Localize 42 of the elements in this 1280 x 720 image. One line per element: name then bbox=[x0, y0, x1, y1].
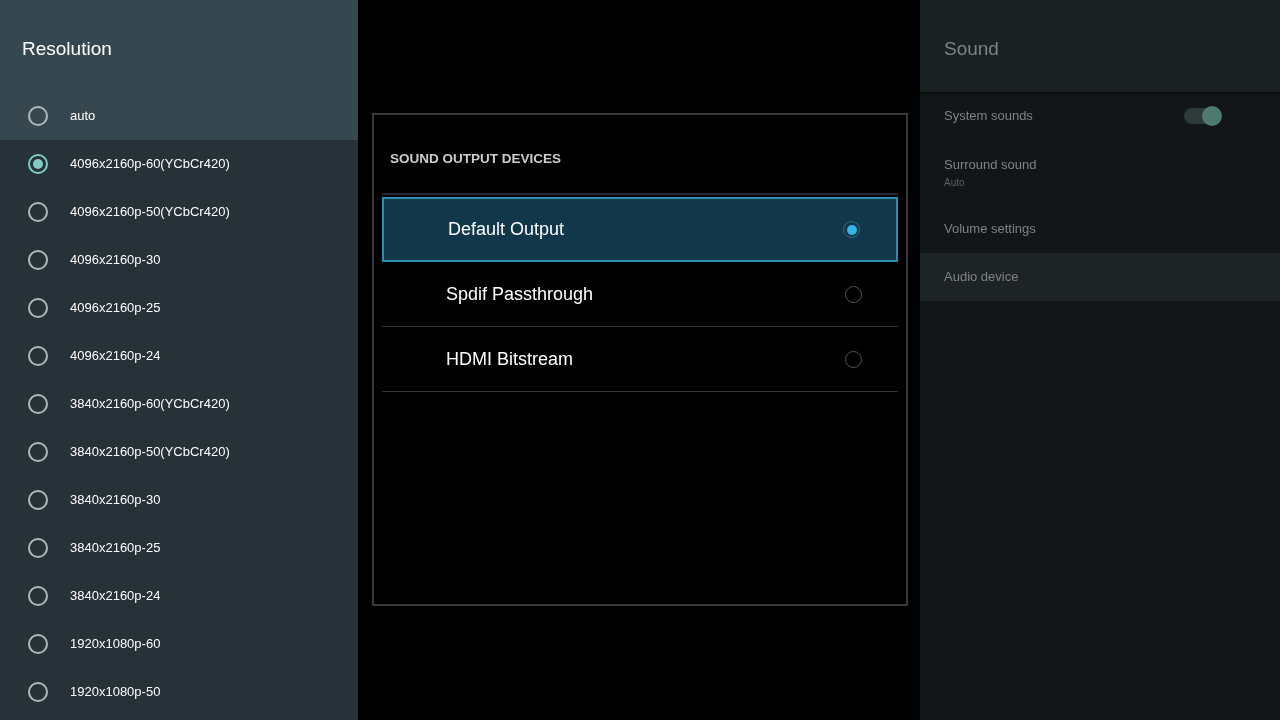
resolution-option[interactable]: 1920x1080p-60 bbox=[0, 620, 358, 668]
output-option[interactable]: Default Output bbox=[382, 197, 898, 263]
radio-button[interactable] bbox=[28, 394, 48, 414]
setting-label: Surround sound bbox=[944, 156, 1037, 175]
resolution-option[interactable]: 4096x2160p-50(YCbCr420) bbox=[0, 188, 358, 236]
radio-button[interactable] bbox=[28, 106, 48, 126]
output-option[interactable]: HDMI Bitstream bbox=[382, 327, 898, 393]
radio-button[interactable] bbox=[28, 154, 48, 174]
resolution-option[interactable]: 4096x2160p-60(YCbCr420) bbox=[0, 140, 358, 188]
radio-button[interactable] bbox=[28, 538, 48, 558]
resolution-option[interactable]: auto bbox=[0, 92, 358, 140]
settings-row[interactable]: Surround sound Auto bbox=[920, 140, 1280, 205]
panel-title: Resolution bbox=[22, 36, 112, 61]
radio-button[interactable] bbox=[28, 682, 48, 702]
settings-row[interactable]: System sounds bbox=[920, 92, 1280, 140]
resolution-option[interactable]: 3840x2160p-60(YCbCr420) bbox=[0, 380, 358, 428]
resolution-option[interactable]: 3840x2160p-50(YCbCr420) bbox=[0, 428, 358, 476]
setting-label: System sounds bbox=[944, 107, 1033, 126]
dialog-title: SOUND OUTPUT DEVICES bbox=[382, 115, 898, 196]
setting-label: Audio device bbox=[944, 268, 1019, 287]
resolution-option[interactable]: 3840x2160p-30 bbox=[0, 476, 358, 524]
radio-button[interactable] bbox=[28, 490, 48, 510]
resolution-option[interactable]: 3840x2160p-25 bbox=[0, 524, 358, 572]
settings-row[interactable]: Volume settings bbox=[920, 205, 1280, 253]
radio-button[interactable] bbox=[28, 202, 48, 222]
radio-button[interactable] bbox=[28, 298, 48, 318]
radio-button[interactable] bbox=[28, 346, 48, 366]
setting-value: Auto bbox=[944, 175, 966, 190]
resolution-option[interactable]: 4096x2160p-30 bbox=[0, 236, 358, 284]
resolution-option[interactable]: 4096x2160p-25 bbox=[0, 284, 358, 332]
radio-button[interactable] bbox=[28, 634, 48, 654]
resolution-option[interactable]: 3840x2160p-24 bbox=[0, 572, 358, 620]
radio-button[interactable] bbox=[28, 250, 48, 270]
setting-label: Volume settings bbox=[944, 220, 1036, 239]
resolution-option[interactable]: 4096x2160p-24 bbox=[0, 332, 358, 380]
radio-button[interactable] bbox=[28, 586, 48, 606]
toggle-switch[interactable] bbox=[1184, 108, 1220, 124]
radio-button[interactable] bbox=[28, 442, 48, 462]
settings-row[interactable]: Audio device bbox=[920, 253, 1280, 301]
output-option[interactable]: Spdif Passthrough bbox=[382, 262, 898, 328]
panel-title: Sound bbox=[944, 36, 999, 61]
resolution-option[interactable]: 1920x1080p-50 bbox=[0, 668, 358, 716]
